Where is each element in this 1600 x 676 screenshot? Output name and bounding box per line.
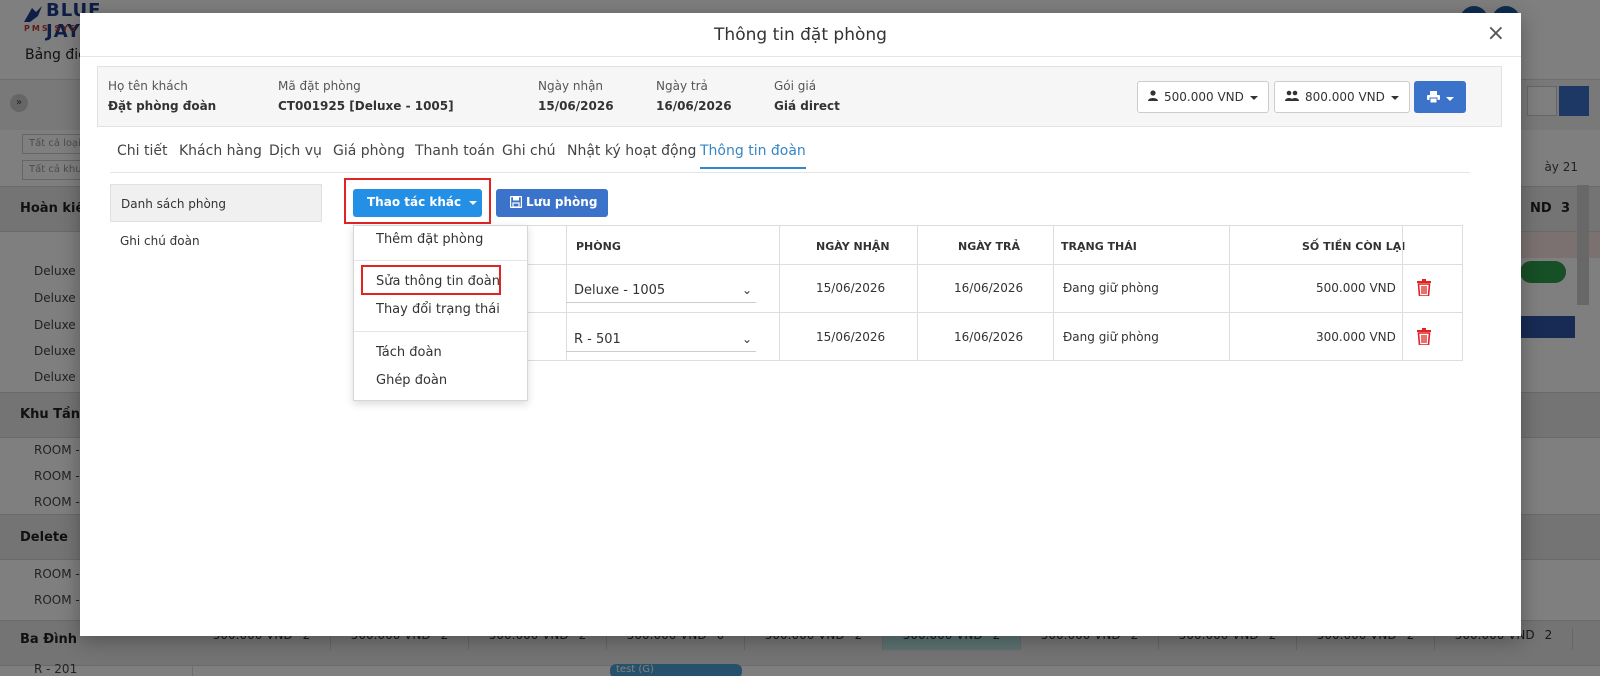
rate-info: Gói giá Giá direct — [774, 79, 840, 113]
room-select[interactable]: Deluxe - 1005 ⌄ — [566, 281, 756, 303]
checkin-cell: 15/06/2026 — [816, 281, 886, 295]
tab-customers[interactable]: Khách hàng — [179, 143, 262, 167]
code-value: CT001925 [Deluxe - 1005] — [278, 99, 454, 113]
user-icon — [1148, 90, 1158, 101]
remaining-cell: 500.000 VND — [1316, 281, 1396, 295]
booking-info-bar: Họ tên khách Đặt phòng đoàn Mã đặt phòng… — [97, 66, 1502, 127]
checkin-cell: 15/06/2026 — [816, 330, 886, 344]
booking-code-info: Mã đặt phòng CT001925 [Deluxe - 1005] — [278, 79, 454, 113]
highlight-box — [344, 178, 491, 224]
chevron-down-icon: ⌄ — [741, 332, 752, 346]
modal-title: Thông tin đặt phòng — [714, 25, 887, 45]
tab-details[interactable]: Chi tiết — [117, 143, 167, 167]
rate-value: Giá direct — [774, 99, 840, 113]
code-label: Mã đặt phòng — [278, 79, 361, 93]
column-header-remaining: SỐ TIỀN CÒN LẠI — [1302, 240, 1406, 253]
room-select-value: R - 501 — [574, 332, 621, 347]
menu-divider — [354, 331, 527, 332]
status-cell: Đang giữ phòng — [1063, 281, 1159, 295]
side-item-room-list[interactable]: Danh sách phòng — [110, 184, 322, 222]
side-item-group-notes[interactable]: Ghi chú đoàn — [110, 222, 322, 260]
room-select[interactable]: R - 501 ⌄ — [566, 330, 756, 352]
tab-activity-log[interactable]: Nhật ký hoạt động — [567, 143, 696, 167]
remaining-cell: 300.000 VND — [1316, 330, 1396, 344]
users-icon — [1285, 90, 1299, 101]
group-amount: 800.000 VND — [1305, 90, 1385, 104]
checkout-label: Ngày trả — [656, 79, 708, 93]
menu-item-split-group[interactable]: Tách đoàn — [376, 345, 442, 360]
booking-tabs: Chi tiết Khách hàng Dịch vụ Giá phòng Th… — [110, 141, 1470, 173]
trash-icon[interactable] — [1417, 279, 1431, 296]
status-cell: Đang giữ phòng — [1063, 330, 1159, 344]
print-button[interactable] — [1414, 81, 1466, 113]
highlight-box — [361, 265, 501, 295]
booking-modal: Thông tin đặt phòng × Họ tên khách Đặt p… — [80, 13, 1521, 636]
modal-header: Thông tin đặt phòng × — [80, 13, 1521, 57]
menu-item-add-booking[interactable]: Thêm đặt phòng — [376, 232, 483, 247]
tab-notes[interactable]: Ghi chú — [502, 143, 556, 167]
caret-down-icon — [1445, 96, 1454, 101]
save-room-label: Lưu phòng — [526, 195, 598, 209]
chevron-down-icon: ⌄ — [741, 283, 752, 297]
print-icon — [1426, 91, 1440, 104]
checkout-info: Ngày trả 16/06/2026 — [656, 79, 732, 113]
close-icon[interactable]: × — [1487, 21, 1505, 46]
caret-down-icon — [1249, 95, 1258, 100]
room-select-value: Deluxe - 1005 — [574, 283, 666, 298]
guest-label: Họ tên khách — [108, 79, 188, 93]
guest-value: Đặt phòng đoàn — [108, 99, 217, 113]
menu-item-merge-group[interactable]: Ghép đoàn — [376, 373, 447, 388]
save-room-button[interactable]: Lưu phòng — [496, 189, 608, 217]
tab-group-info[interactable]: Thông tin đoàn — [700, 143, 806, 169]
tab-room-rates[interactable]: Giá phòng — [333, 143, 405, 167]
checkin-label: Ngày nhận — [538, 79, 604, 93]
caret-down-icon — [1390, 95, 1399, 100]
tab-services[interactable]: Dịch vụ — [269, 143, 322, 167]
column-header-checkin: NGÀY NHẬN — [816, 240, 890, 253]
group-side-menu: Danh sách phòng Ghi chú đoàn — [110, 184, 322, 260]
single-amount: 500.000 VND — [1164, 90, 1244, 104]
checkout-value: 16/06/2026 — [656, 99, 732, 113]
checkin-info: Ngày nhận 15/06/2026 — [538, 79, 614, 113]
checkout-cell: 16/06/2026 — [954, 281, 1024, 295]
menu-item-change-status[interactable]: Thay đổi trạng thái — [376, 302, 500, 317]
more-actions-menu: Thêm đặt phòng Sửa thông tin đoàn Thay đ… — [353, 225, 528, 401]
guest-info: Họ tên khách Đặt phòng đoàn — [108, 79, 216, 113]
trash-icon[interactable] — [1417, 328, 1431, 345]
rate-label: Gói giá — [774, 79, 817, 93]
column-header-checkout: NGÀY TRẢ — [958, 240, 1020, 253]
tab-payment[interactable]: Thanh toán — [415, 143, 495, 167]
single-amount-button[interactable]: 500.000 VND — [1137, 81, 1269, 113]
column-header-room: PHÒNG — [576, 240, 621, 253]
checkout-cell: 16/06/2026 — [954, 330, 1024, 344]
group-amount-button[interactable]: 800.000 VND — [1274, 81, 1410, 113]
save-icon — [509, 195, 523, 209]
checkin-value: 15/06/2026 — [538, 99, 614, 113]
menu-divider — [354, 260, 527, 261]
column-header-status: TRẠNG THÁI — [1061, 240, 1137, 253]
